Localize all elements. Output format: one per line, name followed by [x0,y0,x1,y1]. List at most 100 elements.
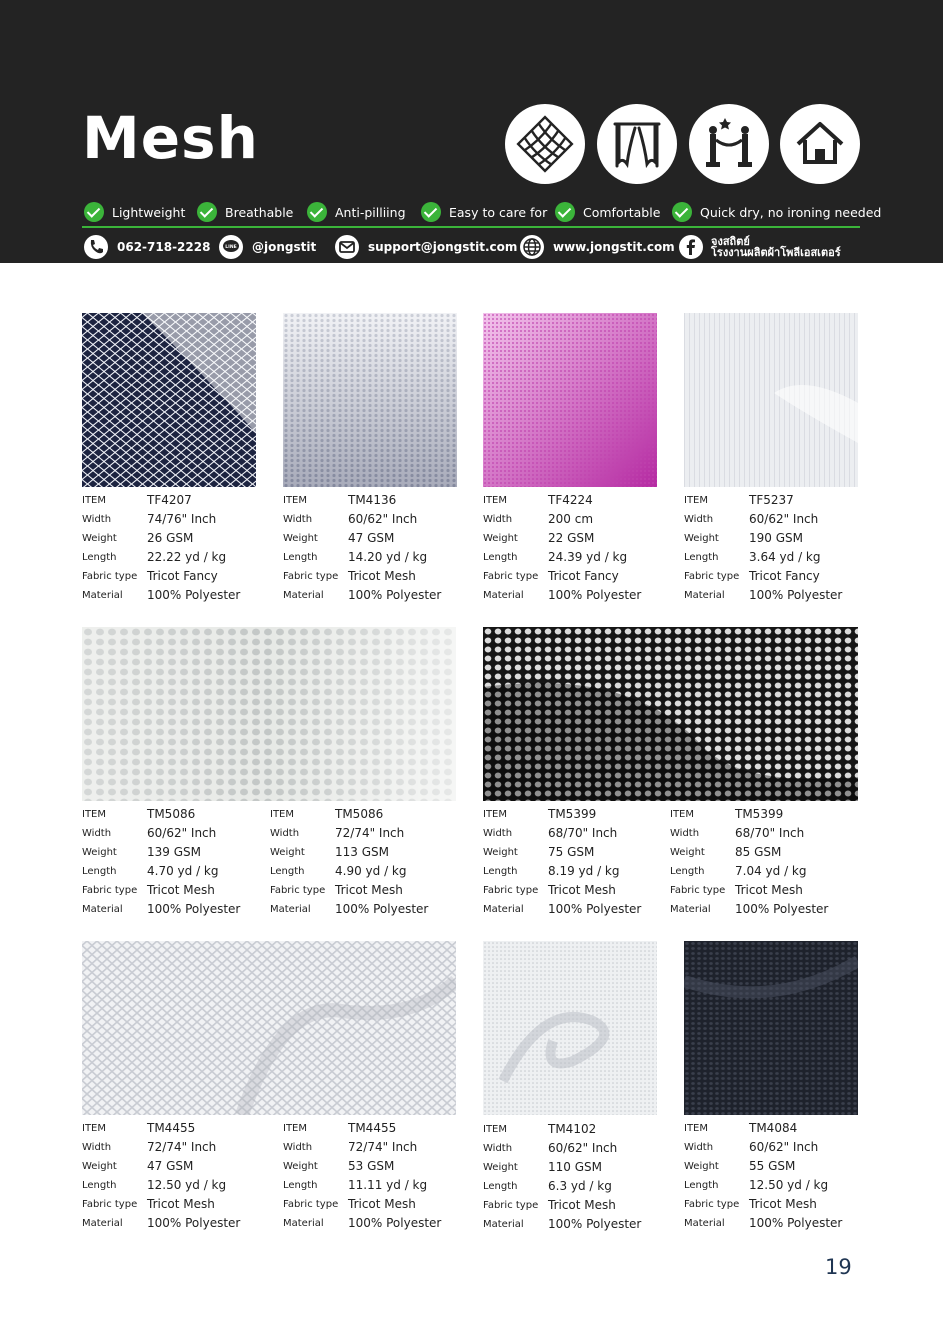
feature-item: Breathable [197,201,293,223]
fabric-photo-tf5237 [684,313,858,487]
spec-row: Material 100% Polyester [82,902,241,916]
spec-block-tm4136: ITEM TM4136 Width 60/62" Inch Weight 47 GSM… [283,492,473,606]
check-icon [672,202,692,222]
fabric-photo-tm4136 [283,313,457,487]
spec-row: Width 72/74" Inch [283,1140,418,1154]
contact-email[interactable]: support@jongstit.com [335,234,517,260]
contact-web[interactable]: www.jongstit.com [520,234,675,260]
globe-icon [520,235,544,259]
spec-row: Weight 139 GSM [82,845,201,859]
spec-row: Fabric type Tricot Mesh [270,883,403,897]
phone-icon [84,235,108,259]
spec-row: ITEM TM4455 [82,1121,196,1135]
page-title: Mesh [82,104,259,172]
feature-item: Lightweight [84,201,185,223]
home-icon [780,104,860,184]
spec-block-tm4102: ITEM TM4102 Width 60/62" Inch Weight 110 GS… [483,1121,673,1235]
feature-list: Lightweight Breathable Anti-pilliing Eas… [82,201,881,223]
spec-block-tm5399-b: ITEM TM5399 Width 68/70" Inch Weight 85 GSM… [670,806,860,920]
stage-barrier-icon [689,104,769,184]
spec-row: Weight 47 GSM [82,1159,194,1173]
fabric-photo-tm4084 [684,941,858,1115]
spec-row: Material 100% Polyester [670,902,829,916]
spec-row: ITEM TM5399 [483,807,597,821]
spec-row: ITEM TM4455 [283,1121,397,1135]
divider [82,226,860,228]
spec-row: ITEM TM4136 [283,493,397,507]
spec-row: ITEM TF5237 [684,493,794,507]
spec-row: Fabric type Tricot Mesh [483,1198,616,1212]
spec-row: ITEM TF4224 [483,493,593,507]
spec-row: Material 100% Polyester [483,902,642,916]
spec-row: Fabric type Tricot Mesh [283,569,416,583]
spec-block-tm5086-b: ITEM TM5086 Width 72/74" Inch Weight 113 GS… [270,806,460,920]
contact-facebook[interactable]: จงสถิตย์ โรงงานผลิตผ้าโพลีเอสเตอร์ [679,234,841,260]
check-icon [307,202,327,222]
spec-block-tf5237: ITEM TF5237 Width 60/62" Inch Weight 190 GS… [684,492,874,606]
feature-item: Easy to care for [421,201,547,223]
spec-block-tf4207: ITEM TF4207 Width 74/76" Inch Weight 26 GSM… [82,492,272,606]
spec-row: Material 100% Polyester [483,588,642,602]
spec-row: ITEM TM4084 [684,1121,798,1135]
facebook-icon [679,235,703,259]
spec-block-tm4455-b: ITEM TM4455 Width 72/74" Inch Weight 53 GSM… [283,1120,473,1234]
spec-row: Weight 110 GSM [483,1160,602,1174]
spec-row: Width 68/70" Inch [483,826,618,840]
spec-row: Material 100% Polyester [684,588,843,602]
spec-row: Weight 113 GSM [270,845,389,859]
spec-row: Length 12.50 yd / kg [82,1178,227,1192]
spec-row: Width 68/70" Inch [670,826,805,840]
spec-row: Weight 53 GSM [283,1159,395,1173]
spec-row: Weight 85 GSM [670,845,782,859]
page-number: 19 [825,1255,852,1279]
spec-row: Width 200 cm [483,512,594,526]
spec-row: Weight 55 GSM [684,1159,796,1173]
fabric-photo-tm4102 [483,941,657,1115]
spec-row: Fabric type Tricot Mesh [483,883,616,897]
spec-row: Length 4.90 yd / kg [270,864,407,878]
check-icon [421,202,441,222]
spec-row: Length 6.3 yd / kg [483,1179,612,1193]
spec-row: Material 100% Polyester [483,1217,642,1231]
fabric-photo-tm5399 [483,627,858,801]
spec-row: Width 60/62" Inch [483,1141,618,1155]
spec-row: Fabric type Tricot Fancy [483,569,619,583]
spec-row: Width 60/62" Inch [684,1140,819,1154]
spec-row: Weight 22 GSM [483,531,595,545]
spec-row: Length 7.04 yd / kg [670,864,807,878]
fabric-photo-tf4207 [82,313,256,487]
spec-row: Weight 75 GSM [483,845,595,859]
spec-row: Material 100% Polyester [283,1216,442,1230]
fabric-photo-tm4455 [82,941,456,1115]
spec-row: Fabric type Tricot Mesh [684,1197,817,1211]
spec-row: Length 12.50 yd / kg [684,1178,829,1192]
svg-text:LINE: LINE [225,244,236,250]
spec-row: Material 100% Polyester [283,588,442,602]
spec-row: Fabric type Tricot Mesh [670,883,803,897]
spec-row: Length 14.20 yd / kg [283,550,428,564]
spec-row: ITEM TF4207 [82,493,192,507]
spec-row: Weight 190 GSM [684,531,803,545]
spec-row: Width 60/62" Inch [283,512,418,526]
spec-row: Material 100% Polyester [82,588,241,602]
spec-row: ITEM TM4102 [483,1122,597,1136]
spec-row: Length 3.64 yd / kg [684,550,821,564]
spec-row: Width 60/62" Inch [82,826,217,840]
feature-item: Quick dry, no ironing needed [672,201,881,223]
spec-row: Length 4.70 yd / kg [82,864,219,878]
spec-row: Material 100% Polyester [270,902,429,916]
spec-row: Fabric type Tricot Mesh [82,883,215,897]
spec-row: Weight 47 GSM [283,531,395,545]
fabric-photo-tm5086 [82,627,456,801]
spec-row: Width 60/62" Inch [684,512,819,526]
contact-phone[interactable]: 062-718-2228 [84,234,210,260]
spec-block-tm5086-a: ITEM TM5086 Width 60/62" Inch Weight 139 GS… [82,806,272,920]
contact-line[interactable]: LINE @jongstit [219,234,316,260]
spec-row: Fabric type Tricot Fancy [82,569,218,583]
contact-bar: 062-718-2228 LINE @jongstit support@jong… [82,232,862,260]
spec-row: Weight 26 GSM [82,531,194,545]
spec-row: Length 22.22 yd / kg [82,550,227,564]
spec-row: Width 74/76" Inch [82,512,217,526]
spec-row: Length 8.19 yd / kg [483,864,620,878]
spec-row: Material 100% Polyester [684,1216,843,1230]
